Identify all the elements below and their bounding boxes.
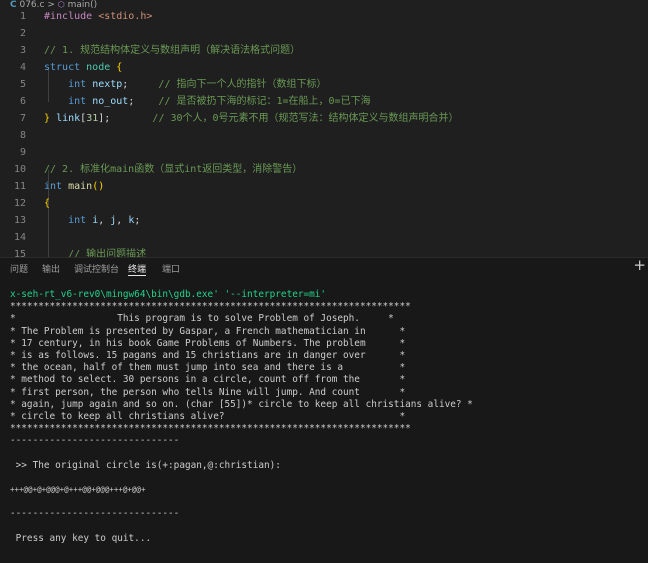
code-line[interactable]: 4 struct node { [0, 59, 648, 76]
code-text: int nextp; // 指向下一个人的指针（数组下标） [68, 79, 327, 90]
new-terminal-icon[interactable]: + [633, 256, 646, 274]
code-text: // 2. 标准化main函数（显式int返回类型，消除警告） [44, 164, 303, 175]
terminal-line: * first person, the person who tells Nin… [10, 386, 406, 398]
terminal-line: >> The original circle is(+:pagan,@:chri… [10, 459, 281, 471]
terminal-line: * method to select. 30 persons in a circ… [10, 374, 406, 386]
terminal-line: ------------------------------ [10, 508, 180, 520]
terminal-line: * circle to keep all christians alive? * [10, 410, 406, 422]
terminal-line: ****************************************… [10, 423, 411, 435]
terminal-line: * The Problem is presented by Gaspar, a … [10, 325, 406, 337]
line-number: 3 [19, 45, 26, 56]
code-line[interactable]: 15 // 输出问题描述 [0, 246, 648, 257]
terminal-line: * This program is to solve Problem of Jo… [10, 313, 394, 325]
terminal-line: Press any key to quit... [10, 532, 152, 544]
terminal-line: * the ocean, half of them must jump into… [10, 362, 406, 374]
code-line[interactable]: 6 int no_out; // 是否被扔下海的标记：1=在船上，0=已下海 [0, 93, 648, 110]
code-line[interactable]: 12 { [0, 195, 648, 212]
code-text: struct node { [44, 62, 123, 73]
line-number: 10 [13, 164, 26, 175]
code-text: } link[31]; // 30个人，0号元素不用（规范写法：结构体定义与数组… [44, 113, 459, 124]
terminal-line: ****************************************… [10, 301, 411, 313]
terminal-line: * 17 century, in his book Game Problems … [10, 337, 406, 349]
code-line[interactable]: 1 #include <stdio.h> [0, 8, 648, 25]
line-number: 13 [13, 215, 26, 226]
terminal-line: x-seh-rt_v6-rev0\mingw64\bin\gdb.exe' '-… [10, 289, 327, 300]
line-number: 11 [13, 181, 26, 192]
code-line[interactable]: 13 int i, j, k; [0, 212, 648, 229]
code-text: int i, j, k; [68, 215, 141, 226]
code-line[interactable]: 2 [0, 25, 648, 42]
terminal-line: * is as follows. 15 pagans and 15 christ… [10, 349, 406, 361]
line-number: 5 [19, 79, 26, 90]
code-text: // 输出问题描述 [68, 249, 147, 257]
code-text: int no_out; // 是否被扔下海的标记：1=在船上，0=已下海 [68, 96, 371, 107]
panel-tab[interactable]: 调试控制台 [74, 262, 119, 275]
panel-tab[interactable]: 终端 [128, 262, 147, 276]
code-text: #include <stdio.h> [44, 11, 153, 22]
terminal-line: * again, jump again and so on. (char [55… [10, 398, 473, 410]
panel-tab[interactable]: 问题 [10, 262, 28, 275]
code-editor[interactable]: C 076.c > ⬡ main() 1 #include <stdio.h> 2 3… [0, 0, 648, 257]
line-number: 2 [19, 28, 26, 39]
code-line[interactable]: 7 } link[31]; // 30个人，0号元素不用（规范写法：结构体定义与数… [0, 110, 648, 127]
line-number: 12 [13, 198, 26, 209]
line-number: 7 [19, 113, 26, 124]
line-number: 4 [19, 62, 26, 73]
code-line[interactable]: 11 int main() [0, 178, 648, 195]
bottom-panel: 问题 输出 调试控制台 终端 端口 + x-seh-rt_v6-rev0\mingw64… [0, 256, 648, 563]
terminal-line: +++@@+@+@@@+@+++@@+@@@+++@+@@+ [10, 485, 146, 494]
line-number: 14 [13, 232, 26, 243]
code-line[interactable]: 10 // 2. 标准化main函数（显式int返回类型，消除警告） [0, 161, 648, 178]
line-number: 8 [19, 130, 26, 141]
line-number: 9 [19, 147, 26, 158]
code-text: { [44, 198, 51, 209]
code-text: int main() [44, 181, 105, 192]
line-number: 1 [19, 11, 26, 22]
panel-tab-bar: 问题 输出 调试控制台 终端 端口 [0, 258, 648, 278]
line-number: 6 [19, 96, 26, 107]
code-line[interactable]: 5 int nextp; // 指向下一个人的指针（数组下标） [0, 76, 648, 93]
panel-tab[interactable]: 端口 [162, 262, 180, 275]
code-line[interactable]: 14 [0, 229, 648, 246]
code-line[interactable]: 3 // 1. 规范结构体定义与数组声明（解决语法格式问题） [0, 42, 648, 59]
code-line[interactable]: 9 [0, 144, 648, 161]
terminal-output[interactable]: x-seh-rt_v6-rev0\mingw64\bin\gdb.exe' '-… [10, 289, 640, 545]
code-line[interactable]: 8 [0, 127, 648, 144]
code-text: // 1. 规范结构体定义与数组声明（解决语法格式问题） [44, 45, 301, 56]
terminal-line: ------------------------------ [10, 435, 180, 447]
panel-tab[interactable]: 输出 [42, 262, 60, 275]
editor-lines[interactable]: 1 #include <stdio.h> 2 3 // 1. 规范结构体定义与数组声明（… [0, 8, 648, 257]
line-number: 15 [13, 249, 26, 257]
